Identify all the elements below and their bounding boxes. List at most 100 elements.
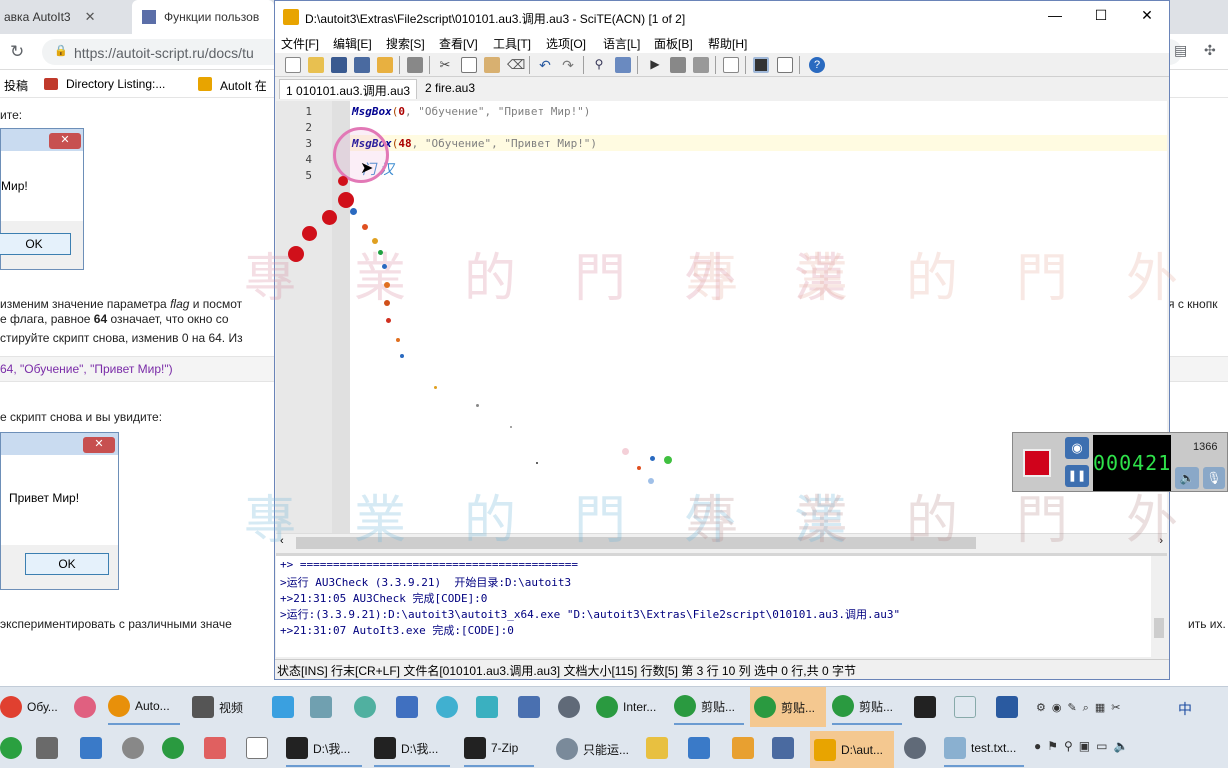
tray-icons[interactable]: ●⚑⚲▣▭🔈 — [1034, 739, 1134, 753]
ime-indicator[interactable]: 中 — [1178, 699, 1192, 719]
tab-file-2[interactable]: 2 fire.au3 — [419, 79, 481, 99]
app-icon[interactable] — [914, 696, 936, 718]
app-icon[interactable] — [0, 737, 22, 759]
app-icon[interactable] — [558, 696, 580, 718]
bilibili-icon[interactable] — [272, 696, 294, 718]
app-icon[interactable] — [74, 696, 96, 718]
tab-file-1[interactable]: 1 010101.au3.调用.au3 — [279, 79, 418, 99]
speaker-icon[interactable]: 🔈 — [1175, 467, 1199, 489]
find-icon[interactable]: ⚲ — [591, 57, 607, 73]
toolbar-separator — [399, 56, 400, 74]
taskbar-item-notepad[interactable]: test.txt... — [944, 731, 1024, 767]
taskbar-item-clipboard-2[interactable]: 剪贴... — [750, 687, 826, 727]
app-icon[interactable] — [80, 737, 102, 759]
paragraph-bold: 64 — [93, 312, 108, 326]
app-icon[interactable] — [122, 737, 144, 759]
app-icon[interactable] — [310, 696, 332, 718]
taskbar-item-7zip-3[interactable]: 7-Zip — [464, 731, 534, 767]
scroll-right-icon[interactable]: › — [1159, 535, 1163, 547]
app-icon[interactable] — [732, 737, 754, 759]
minimize-button[interactable]: — — [1045, 7, 1065, 27]
calendar-icon[interactable] — [246, 737, 268, 759]
save-all-icon[interactable] — [354, 57, 370, 73]
app-icon[interactable] — [904, 737, 926, 759]
redo-icon[interactable]: ↷ — [560, 57, 576, 73]
maximize-button[interactable]: ☐ — [1091, 7, 1111, 27]
new-file-icon[interactable] — [285, 57, 301, 73]
app-icon[interactable] — [36, 737, 58, 759]
paste-icon[interactable] — [484, 57, 500, 73]
scroll-thumb[interactable] — [1154, 618, 1164, 638]
app-icon[interactable] — [396, 696, 418, 718]
undo-icon[interactable]: ↶ — [537, 57, 553, 73]
menu-help[interactable]: 帮助[H] — [708, 35, 747, 52]
compile-icon[interactable] — [670, 57, 686, 73]
network-icon[interactable] — [518, 696, 540, 718]
horizontal-scrollbar[interactable]: ‹ › — [276, 533, 1167, 551]
taskbar-item-ie[interactable]: Inter... — [596, 689, 656, 725]
app-icon[interactable] — [354, 696, 376, 718]
camera-icon[interactable]: ◉ — [1065, 437, 1089, 459]
taskbar-item-clipboard-3[interactable]: 剪贴... — [832, 689, 902, 725]
taskbar-item-7zip-1[interactable]: D:\我... — [286, 731, 362, 767]
extensions-icon[interactable]: ✣ — [1204, 42, 1216, 59]
open-file-icon[interactable] — [308, 57, 324, 73]
bookmark-item[interactable]: 投稿 — [4, 77, 28, 94]
vertical-scrollbar[interactable] — [1151, 556, 1167, 657]
microphone-icon[interactable]: 🎙 — [1203, 467, 1225, 489]
taskbar-item-app[interactable]: 只能运... — [556, 731, 629, 767]
taskbar-item-video[interactable]: 视频 — [192, 689, 243, 725]
app-icon[interactable] — [688, 737, 710, 759]
app-icon[interactable] — [772, 737, 794, 759]
open-folder-icon[interactable] — [377, 57, 393, 73]
bookmark-item[interactable]: AutoIt 在 — [220, 77, 267, 94]
copy-icon[interactable] — [461, 57, 477, 73]
scroll-thumb[interactable] — [296, 537, 976, 549]
menu-panel[interactable]: 面板[B] — [654, 35, 693, 52]
build-icon[interactable] — [693, 57, 709, 73]
close-button[interactable]: ✕ — [1137, 7, 1157, 27]
menu-file[interactable]: 文件[F] — [281, 35, 319, 52]
browser-tab-autoit[interactable]: авка AutoIt3 ✕ — [0, 0, 128, 34]
app-icon[interactable] — [436, 696, 458, 718]
menu-tools[interactable]: 工具[T] — [493, 35, 531, 52]
taskbar-item-chrome[interactable]: Обу... — [0, 689, 58, 725]
output-pane-icon[interactable] — [723, 57, 739, 73]
menu-view[interactable]: 查看[V] — [439, 35, 478, 52]
scroll-left-icon[interactable]: ‹ — [280, 535, 284, 547]
taskbar-item-label: D:\我... — [401, 741, 439, 756]
app-icon[interactable] — [646, 737, 668, 759]
tray-icons[interactable]: ⚙◉✎⌕▦✂ — [1036, 701, 1126, 715]
output-pane[interactable]: +> =====================================… — [276, 553, 1167, 657]
app-icon[interactable] — [996, 696, 1018, 718]
console-icon[interactable] — [753, 57, 769, 73]
scite-titlebar[interactable]: D:\autoit3\Extras\File2script\010101.au3… — [275, 1, 1169, 33]
menu-options[interactable]: 选项[O] — [546, 35, 586, 52]
pause-button[interactable]: ❚❚ — [1065, 465, 1089, 487]
taskbar-item-autoit[interactable]: D:\aut... — [810, 731, 894, 768]
reload-icon[interactable]: ↻ — [10, 42, 24, 62]
cut-icon[interactable]: ✂ — [437, 57, 453, 73]
help-icon[interactable]: ? — [809, 57, 825, 73]
bookmark-item[interactable]: Directory Listing:... — [66, 77, 165, 91]
app-icon[interactable] — [476, 696, 498, 718]
save-icon[interactable] — [331, 57, 347, 73]
app-icon[interactable] — [954, 696, 976, 718]
fullscreen-icon[interactable] — [777, 57, 793, 73]
print-icon[interactable] — [407, 57, 423, 73]
run-icon[interactable]: ▶ — [647, 57, 663, 73]
taskbar-item-autoit-search[interactable]: Auto... — [108, 689, 180, 725]
app-icon[interactable] — [204, 737, 226, 759]
app-icon[interactable] — [162, 737, 184, 759]
browser-tab-functions[interactable]: Функции пользов — [132, 0, 274, 34]
reading-list-icon[interactable]: ▤ — [1174, 42, 1187, 59]
taskbar-item-clipboard-1[interactable]: 剪贴... — [674, 689, 744, 725]
stop-record-button[interactable] — [1023, 449, 1051, 477]
close-icon[interactable]: ✕ — [85, 9, 96, 25]
menu-search[interactable]: 搜索[S] — [386, 35, 425, 52]
replace-icon[interactable] — [615, 57, 631, 73]
taskbar-item-7zip-2[interactable]: D:\我... — [374, 731, 450, 767]
menu-language[interactable]: 语言[L] — [603, 35, 640, 52]
menu-edit[interactable]: 编辑[E] — [333, 35, 372, 52]
delete-icon[interactable]: ⌫ — [507, 57, 525, 73]
